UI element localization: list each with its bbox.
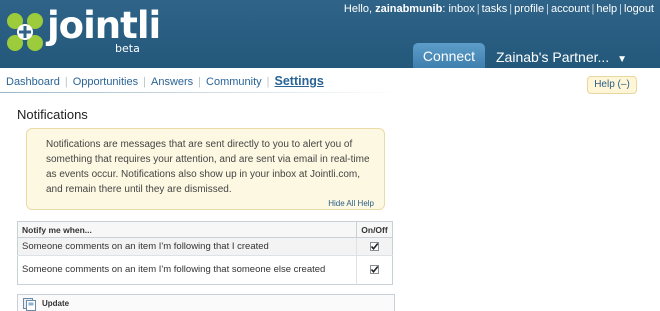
partner-dropdown[interactable]: Zainab's Partner... ▼ (496, 49, 627, 65)
subnav-answers[interactable]: Answers (151, 76, 193, 88)
subnav-settings[interactable]: Settings (275, 74, 324, 88)
help-info-text: Notifications are messages that are sent… (46, 139, 370, 195)
username-link[interactable]: zainabmunib (375, 3, 442, 15)
sub-nav: Dashboard | Opportunities | Answers | Communit… (6, 74, 324, 88)
notification-checkbox[interactable] (370, 264, 379, 274)
chevron-down-icon: ▼ (617, 54, 627, 65)
help-info-box: Notifications are messages that are sent… (26, 128, 385, 210)
notifications-table: Notify me when... On/Off Someone comment… (17, 221, 393, 285)
notification-label: Someone comments on an item I'm followin… (17, 255, 357, 285)
logo-sub: beta (115, 42, 140, 55)
tab-connect[interactable]: Connect (413, 43, 485, 68)
subnav-opportunities[interactable]: Opportunities (73, 76, 138, 88)
separator: | (546, 3, 549, 15)
onoff-cell (356, 255, 393, 285)
logo-text: jointli (47, 4, 161, 47)
page-title: Notifications (17, 107, 88, 122)
subnav-dashboard[interactable]: Dashboard (6, 76, 60, 88)
subnav-community[interactable]: Community (206, 76, 262, 88)
table-row: Someone comments on an item I'm followin… (17, 255, 393, 285)
greeting: Hello, (343, 3, 373, 15)
jointli-logo[interactable]: jointli beta (5, 4, 180, 64)
top-link-logout[interactable]: logout (624, 3, 654, 15)
top-link-inbox[interactable]: inbox (448, 3, 474, 15)
subnav-divider (0, 92, 400, 93)
notification-label: Someone comments on an item I'm followin… (17, 237, 357, 256)
separator: | (619, 3, 623, 15)
notification-checkbox[interactable] (370, 241, 379, 251)
top-nav: Hello, zainabmunib: inbox | tasks | profile |… (343, 3, 654, 15)
help-toggle-button[interactable]: Help (–) (587, 76, 637, 94)
save-icon (23, 298, 36, 311)
column-header-notify: Notify me when... (17, 221, 357, 238)
separator: | (266, 76, 270, 88)
logo-mark-icon (7, 13, 43, 51)
app-header: jointli beta Hello, zainabmunib: inbox | t… (0, 0, 660, 68)
update-label: Update (42, 299, 70, 308)
table-row: Someone comments on an item I'm followin… (17, 237, 393, 256)
column-header-onoff: On/Off (356, 221, 393, 238)
top-link-profile[interactable]: profile (514, 3, 544, 15)
onoff-cell (356, 237, 393, 256)
top-link-account[interactable]: account (551, 3, 590, 15)
separator: | (143, 76, 146, 88)
hide-all-help-link[interactable]: Hide All Help (328, 199, 374, 208)
top-link-help[interactable]: help (596, 3, 617, 15)
checkmark-icon (370, 242, 379, 251)
top-link-tasks[interactable]: tasks (482, 3, 508, 15)
separator: | (476, 3, 480, 15)
table-header-row: Notify me when... On/Off (17, 221, 393, 238)
separator: | (64, 76, 68, 88)
checkmark-icon (370, 265, 379, 274)
partner-dropdown-label: Zainab's Partner... (496, 49, 610, 65)
separator: | (198, 76, 202, 88)
update-button[interactable]: Update (17, 294, 395, 311)
